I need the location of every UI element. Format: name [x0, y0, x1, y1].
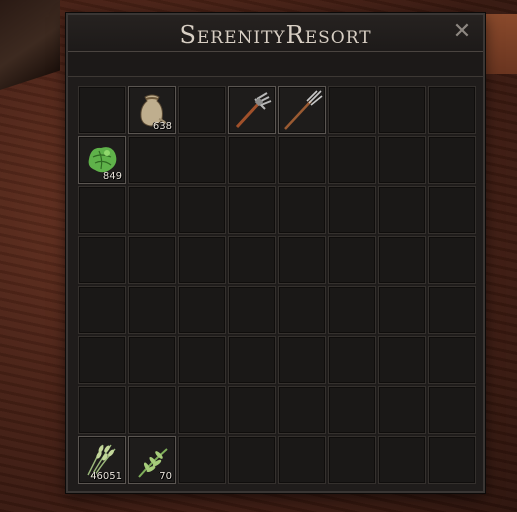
inventory-slot[interactable]	[328, 236, 376, 284]
inventory-slot[interactable]	[378, 236, 426, 284]
inventory-slot[interactable]	[278, 286, 326, 334]
inventory-window: SerenityResort ✕ 638 849 46051 70	[66, 13, 485, 493]
inventory-slot[interactable]	[128, 286, 176, 334]
inventory-slot[interactable]	[428, 236, 476, 284]
inventory-slot[interactable]	[228, 286, 276, 334]
inventory-slot[interactable]	[428, 136, 476, 184]
inventory-grid: 638 849 46051 70	[78, 86, 476, 484]
inventory-slot[interactable]	[378, 436, 426, 484]
inventory-slot[interactable]	[178, 236, 226, 284]
inventory-slot[interactable]	[328, 286, 376, 334]
inventory-slot[interactable]	[428, 386, 476, 434]
inventory-slot[interactable]	[128, 336, 176, 384]
inventory-slot[interactable]	[78, 336, 126, 384]
inventory-slot[interactable]	[228, 236, 276, 284]
inventory-slot[interactable]	[378, 186, 426, 234]
item-quantity: 849	[102, 171, 122, 182]
inventory-slot[interactable]	[78, 286, 126, 334]
inventory-slot[interactable]	[78, 186, 126, 234]
inventory-slot[interactable]	[328, 86, 376, 134]
inventory-slot[interactable]	[178, 86, 226, 134]
inventory-slot[interactable]	[228, 186, 276, 234]
window-title: SerenityResort	[179, 21, 372, 49]
inventory-slot[interactable]	[128, 136, 176, 184]
item-quantity: 46051	[90, 471, 122, 482]
inventory-slot[interactable]	[278, 336, 326, 384]
inventory-slot[interactable]	[228, 436, 276, 484]
inventory-slot[interactable]	[128, 236, 176, 284]
inventory-slot[interactable]	[378, 86, 426, 134]
inventory-slot[interactable]	[128, 186, 176, 234]
inventory-slot[interactable]	[178, 436, 226, 484]
inventory-slot[interactable]	[178, 386, 226, 434]
inventory-slot[interactable]: 849	[78, 136, 126, 184]
inventory-slot[interactable]	[328, 386, 376, 434]
inventory-slot[interactable]	[428, 86, 476, 134]
inventory-slot[interactable]	[378, 286, 426, 334]
inventory-slot[interactable]	[378, 136, 426, 184]
close-icon[interactable]: ✕	[451, 21, 473, 43]
inventory-slot[interactable]	[178, 286, 226, 334]
inventory-slot[interactable]	[78, 86, 126, 134]
background-box	[482, 14, 517, 74]
item-quantity: 70	[159, 471, 172, 482]
inventory-slot[interactable]	[278, 136, 326, 184]
inventory-slot[interactable]	[228, 386, 276, 434]
inventory-slot[interactable]	[128, 386, 176, 434]
inventory-slot[interactable]	[178, 136, 226, 184]
inventory-slot[interactable]	[278, 86, 326, 134]
inventory-slot[interactable]: 70	[128, 436, 176, 484]
inventory-slot[interactable]: 638	[128, 86, 176, 134]
inventory-slot[interactable]	[328, 136, 376, 184]
inventory-slot[interactable]	[428, 286, 476, 334]
inventory-slot[interactable]	[228, 136, 276, 184]
inventory-slot[interactable]	[378, 386, 426, 434]
spear-icon[interactable]	[281, 89, 323, 131]
inventory-slot[interactable]: 46051	[78, 436, 126, 484]
inventory-slot[interactable]	[178, 336, 226, 384]
inventory-slot[interactable]	[278, 186, 326, 234]
inventory-slot[interactable]	[178, 186, 226, 234]
toolbar-strip	[68, 52, 483, 77]
inventory-slot[interactable]	[278, 436, 326, 484]
inventory-slot[interactable]	[228, 336, 276, 384]
inventory-slot[interactable]	[378, 336, 426, 384]
inventory-slot[interactable]	[328, 436, 376, 484]
inventory-slot[interactable]	[428, 186, 476, 234]
inventory-slot[interactable]	[228, 86, 276, 134]
inventory-slot[interactable]	[278, 236, 326, 284]
inventory-slot[interactable]	[78, 386, 126, 434]
title-bar[interactable]: SerenityResort ✕	[68, 15, 483, 52]
inventory-slot[interactable]	[78, 236, 126, 284]
inventory-slot[interactable]	[328, 186, 376, 234]
inventory-slot[interactable]	[428, 336, 476, 384]
inventory-slot[interactable]	[328, 336, 376, 384]
item-quantity: 638	[152, 121, 172, 132]
inventory-slot[interactable]	[428, 436, 476, 484]
pitchfork-icon[interactable]	[231, 89, 273, 131]
inventory-slot[interactable]	[278, 386, 326, 434]
